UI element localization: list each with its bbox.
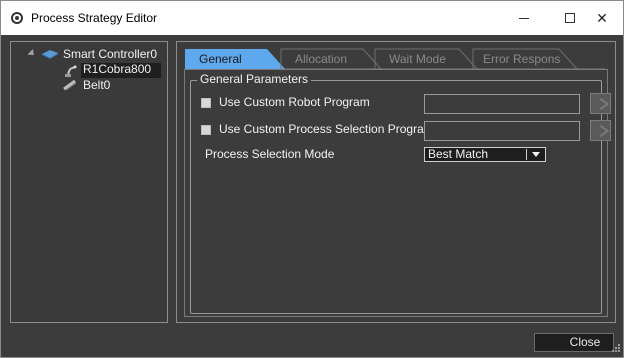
group-title: General Parameters [197,72,312,86]
tab-label: Wait Mode [389,52,446,66]
browse-robot-program-button[interactable] [590,93,611,114]
use-custom-process-selection-label: Use Custom Process Selection Program [219,122,434,136]
close-window-button[interactable]: ✕ [579,1,624,35]
device-tree[interactable]: Smart Controller0 R1Cobra800 Belt0 [10,41,168,323]
tab-label: General [199,52,242,66]
close-icon: ✕ [596,9,608,26]
window-title: Process Strategy Editor [31,11,158,25]
close-button[interactable]: Close [534,333,614,352]
title-bar[interactable]: Process Strategy Editor ✕ [1,1,623,35]
general-parameters-group: General Parameters Use Custom Robot Prog… [190,72,611,314]
use-custom-robot-program-checkbox[interactable] [201,98,211,108]
controller-icon [42,50,58,59]
custom-robot-program-field[interactable] [424,94,580,114]
tab-allocation[interactable]: Allocation [281,48,375,70]
custom-process-selection-field[interactable] [424,121,580,141]
minimize-button[interactable] [501,1,547,35]
use-custom-process-selection-checkbox[interactable] [201,125,211,135]
select-value: Best Match [428,147,489,161]
dropdown-button[interactable] [526,149,544,160]
process-selection-mode-label: Process Selection Mode [205,147,335,161]
resize-grip-icon[interactable] [611,343,621,353]
chevron-down-icon [532,152,540,157]
tab-label: Allocation [295,52,348,66]
tab-error-responses[interactable]: Error Respons [473,48,573,70]
tab-content-general: General Parameters Use Custom Robot Prog… [184,69,611,317]
app-icon [11,12,23,24]
tree-item-label: R1Cobra800 [83,62,152,76]
belt-icon [63,79,77,91]
minimize-icon [519,17,529,19]
tree-item-label: Smart Controller0 [63,47,158,61]
tab-wait-mode[interactable]: Wait Mode [375,48,473,70]
process-strategy-editor-window: Process Strategy Editor ✕ Smart Controll… [0,0,624,358]
tab-strip: General Allocation Wait Mode Error Respo… [185,48,605,70]
robot-icon [65,65,77,77]
strategy-panel: General Allocation Wait Mode Error Respo… [176,41,616,323]
tab-label: Error Respons [483,52,561,66]
browse-process-selection-button[interactable] [590,120,611,141]
dialog-footer: Close [1,327,623,357]
maximize-icon [565,13,575,23]
use-custom-robot-program-label: Use Custom Robot Program [219,95,370,109]
tree-item-label: Belt0 [83,78,111,92]
process-selection-mode-select[interactable]: Best Match [424,147,546,162]
expand-arrow-icon[interactable] [27,48,37,59]
tab-general[interactable]: General [185,48,281,70]
